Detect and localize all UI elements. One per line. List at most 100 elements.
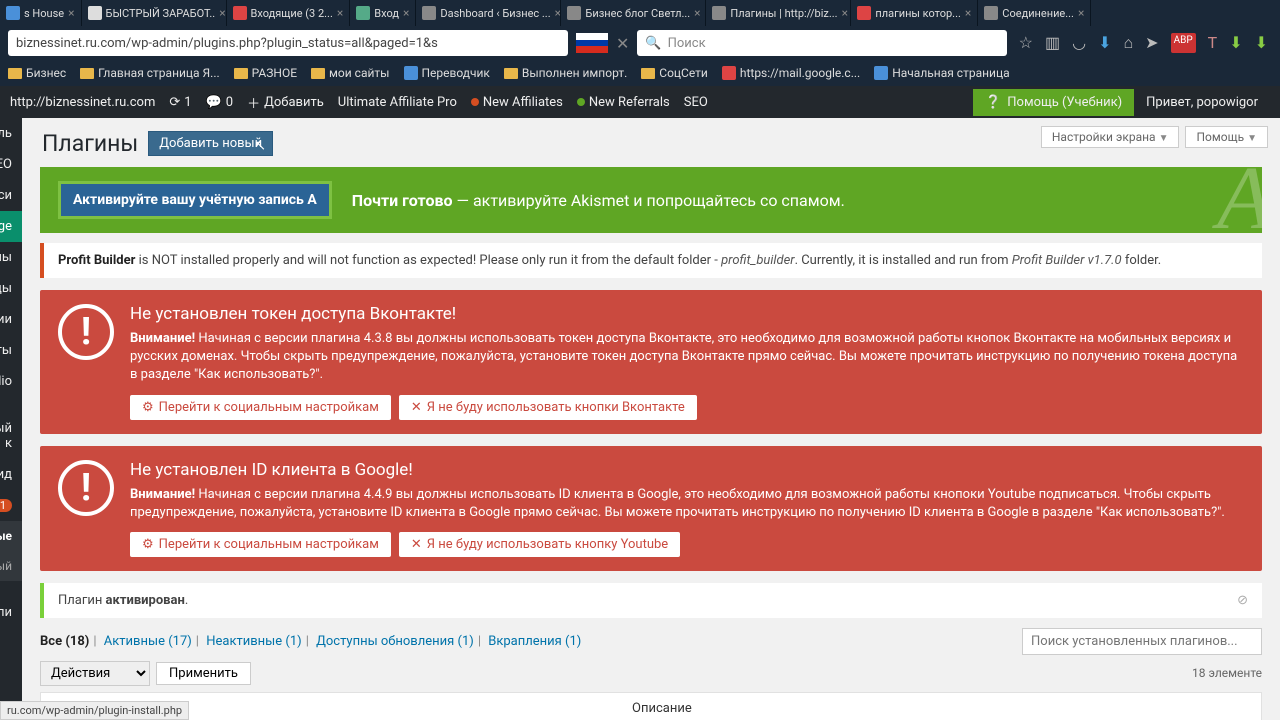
browser-tab[interactable]: БЫСТРЫЙ ЗАРАБОТ..×: [82, 0, 227, 26]
apply-button[interactable]: Применить: [156, 662, 251, 685]
stop-reload-icon[interactable]: ✕: [616, 34, 629, 53]
sidebar-item[interactable]: иафайлы: [0, 242, 22, 273]
star-icon[interactable]: ☆: [1019, 33, 1033, 53]
goto-social-settings-button[interactable]: ⚙Перейти к социальным настройкам: [130, 532, 391, 557]
plugin-filters: Все (18)| Активные (17)| Неактивные (1)|…: [40, 634, 581, 649]
help-tab[interactable]: Помощь▼: [1185, 126, 1268, 148]
close-tab-icon[interactable]: ×: [694, 6, 700, 20]
bookmark-item[interactable]: СоцСети: [641, 66, 708, 80]
favicon: [233, 6, 247, 20]
add-new-link[interactable]: ＋Добавить: [247, 93, 324, 112]
sidebar-item[interactable]: ницы: [0, 273, 22, 304]
abp-icon[interactable]: ABP: [1171, 33, 1196, 53]
bookmark-item[interactable]: Начальная страница: [874, 66, 1009, 80]
dismiss-youtube-button[interactable]: ✕Я не буду использовать кнопку Youtube: [399, 532, 680, 557]
close-tab-icon[interactable]: ×: [965, 6, 971, 20]
address-field[interactable]: biznessinet.ru.com/wp-admin/plugins.php?…: [8, 30, 568, 56]
new-affiliates-link[interactable]: New Affiliates: [471, 95, 563, 110]
text-icon[interactable]: T: [1208, 33, 1218, 53]
sidebar-item[interactable]: ины1: [0, 490, 22, 521]
bookmark-label: СоцСети: [659, 66, 708, 80]
browser-tab[interactable]: плагины котор...×: [851, 0, 978, 26]
bookmark-item[interactable]: Выполнен импорт.: [504, 66, 627, 80]
favicon: [712, 6, 726, 20]
bookmark-label: мои сайты: [329, 66, 389, 80]
sidebar-item[interactable]: соль: [0, 118, 22, 149]
dismiss-notice-icon[interactable]: ⊘: [1237, 593, 1248, 608]
close-tab-icon[interactable]: ×: [68, 6, 74, 20]
close-tab-icon[interactable]: ×: [555, 6, 561, 20]
chevron-down-icon: ▼: [1159, 133, 1169, 144]
browser-tab[interactable]: Dashboard ‹ Бизнес ...×: [416, 0, 561, 26]
browser-tab[interactable]: Плагины | http://biz...×: [706, 0, 851, 26]
close-tab-icon[interactable]: ×: [219, 6, 225, 20]
sidebar-item[interactable]: альныйк: [0, 413, 22, 459]
browser-tab[interactable]: Бизнес блог Светл... ×: [561, 0, 706, 26]
send-icon[interactable]: ➤: [1145, 33, 1158, 53]
favicon: [567, 6, 581, 20]
filter-dropins[interactable]: Вкрапления (1): [488, 634, 581, 649]
greeting[interactable]: Привет, popowigor: [1134, 89, 1270, 116]
bookmark-item[interactable]: РАЗНОЕ: [234, 66, 297, 80]
close-tab-icon[interactable]: ×: [842, 6, 848, 20]
sidebar-item[interactable]: си: [0, 180, 22, 211]
akismet-text: — активируйте Akismet и попрощайтесь со …: [453, 191, 845, 210]
pocket-icon[interactable]: ◡: [1072, 33, 1086, 53]
item-count: 18 элементе: [1192, 666, 1262, 680]
close-tab-icon[interactable]: ×: [1078, 6, 1084, 20]
sidebar-item[interactable]: зователи: [0, 597, 22, 628]
updates-link[interactable]: ⟳1: [169, 95, 191, 110]
download-icon[interactable]: ⬇: [1098, 33, 1111, 53]
library-icon[interactable]: ▥: [1045, 33, 1060, 53]
plugin-search-input[interactable]: [1022, 628, 1262, 655]
filter-inactive[interactable]: Неактивные (1): [206, 634, 301, 649]
help-tutorial-button[interactable]: ❔Помощь (Учебник): [973, 89, 1134, 116]
uap-link[interactable]: Ultimate Affiliate Pro: [338, 95, 457, 110]
gear-icon: ⚙: [142, 400, 154, 415]
close-tab-icon[interactable]: ×: [337, 6, 343, 20]
browser-tab[interactable]: Входящие (3 2...×: [227, 0, 351, 26]
profit-builder-warning: Profit Builder is NOT installed properly…: [40, 243, 1262, 278]
sidebar-item[interactable]: енные: [0, 521, 22, 551]
sidebar-item[interactable]: age: [0, 211, 22, 242]
bulk-action-select[interactable]: Действия: [40, 661, 150, 686]
refresh-icon: ⟳: [169, 95, 180, 110]
filter-updates[interactable]: Доступны обновления (1): [316, 634, 474, 649]
bookmark-label: Переводчик: [422, 66, 490, 80]
bookmark-item[interactable]: мои сайты: [311, 66, 389, 80]
dl2-icon[interactable]: ⬇: [1229, 33, 1242, 53]
bookmark-item[interactable]: https://mail.google.c...: [722, 66, 860, 80]
sidebar-item[interactable]: [0, 397, 22, 413]
close-icon: ✕: [411, 537, 422, 552]
sidebar-item[interactable]: ь новый: [0, 551, 22, 581]
sidebar-item[interactable]: One SEO: [0, 149, 22, 180]
tab-label: Бизнес блог Светл...: [585, 7, 690, 20]
comments-link[interactable]: 💬0: [206, 95, 234, 110]
bookmark-item[interactable]: Переводчик: [404, 66, 490, 80]
close-tab-icon[interactable]: ×: [403, 6, 409, 20]
browser-tab[interactable]: Соединение...×: [978, 0, 1091, 26]
seo-link[interactable]: SEO: [684, 95, 708, 110]
dl3-icon[interactable]: ⬇: [1255, 33, 1268, 53]
browser-search[interactable]: 🔍Поиск: [637, 30, 1006, 56]
goto-social-settings-button[interactable]: ⚙Перейти к социальным настройкам: [130, 395, 391, 420]
home-icon[interactable]: ⌂: [1124, 33, 1134, 53]
new-referrals-link[interactable]: New Referrals: [577, 95, 670, 110]
sidebar-item[interactable]: olio: [0, 366, 22, 397]
screen-options-tab[interactable]: Настройки экрана▼: [1041, 126, 1180, 148]
dismiss-vk-button[interactable]: ✕Я не буду использовать кнопки Вконтакте: [399, 395, 697, 420]
favicon: [422, 6, 436, 20]
add-new-plugin-button[interactable]: Добавить новый↖: [148, 131, 273, 156]
sidebar-item[interactable]: [0, 581, 22, 597]
bookmark-item[interactable]: Главная страница Я...: [80, 66, 220, 80]
browser-tab[interactable]: s House×: [0, 0, 82, 26]
browser-tab[interactable]: Вход×: [350, 0, 416, 26]
bookmark-item[interactable]: Бизнес: [8, 66, 66, 80]
sidebar-item[interactable]: екты: [0, 335, 22, 366]
sidebar-item[interactable]: ментарии: [0, 304, 22, 335]
filter-all[interactable]: Все (18): [40, 634, 89, 649]
filter-active[interactable]: Активные (17): [104, 634, 192, 649]
sidebar-item[interactable]: шний вид: [0, 459, 22, 490]
activate-akismet-button[interactable]: Активируйте вашу учётную запись A: [58, 181, 332, 219]
site-link[interactable]: http://biznessinet.ru.com: [10, 95, 155, 110]
